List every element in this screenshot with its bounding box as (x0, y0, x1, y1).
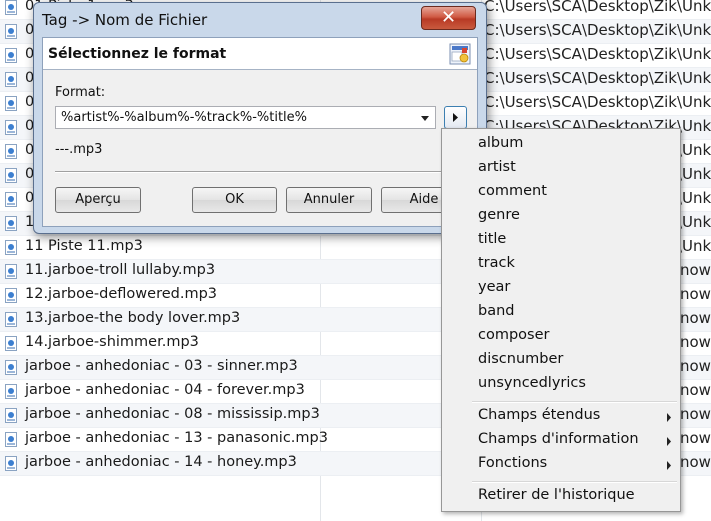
file-path: nown (680, 453, 711, 471)
audio-file-icon (5, 120, 17, 135)
menu-item-comment[interactable]: comment (478, 183, 547, 205)
file-path: C:\Users\SCA\Desktop\Zik\Unknown (484, 0, 711, 15)
file-name: jarboe - anhedoniac - 14 - honey.mp3 (25, 454, 297, 470)
close-button[interactable]: ✕ (421, 6, 476, 30)
tag-to-filename-dialog: Tag -> Nom de Fichier ✕ Sélectionnez le … (33, 2, 487, 234)
dialog-header: Sélectionnez le format (43, 38, 477, 70)
menu-item-genre[interactable]: genre (478, 207, 520, 229)
menu-item-submenu[interactable]: Champs d'information (478, 431, 639, 453)
audio-file-icon (5, 216, 17, 231)
menu-item-discnumber[interactable]: discnumber (478, 351, 563, 373)
audio-file-icon (5, 96, 17, 111)
audio-file-icon (5, 288, 17, 303)
menu-item-year[interactable]: year (478, 279, 510, 301)
file-name: jarboe - anhedoniac - 13 - panasonic.mp3 (25, 430, 328, 446)
audio-file-icon (5, 408, 17, 423)
menu-item-unsyncedlyrics[interactable]: unsyncedlyrics (478, 375, 586, 397)
file-path: nown (680, 357, 711, 375)
filename-preview: ---.mp3 (55, 142, 103, 157)
audio-file-icon (5, 432, 17, 447)
audio-file-icon (5, 24, 17, 39)
menu-item-title[interactable]: title (478, 231, 506, 253)
format-settings-icon (449, 43, 471, 65)
audio-file-icon (5, 240, 17, 255)
menu-separator (472, 481, 677, 483)
chevron-right-icon (667, 461, 671, 470)
audio-file-icon (5, 312, 17, 327)
preview-button[interactable]: Aperçu (55, 187, 141, 213)
format-combobox[interactable]: %artist%-%album%-%track%-%title% (55, 106, 436, 129)
file-path: nown (680, 333, 711, 351)
menu-item-composer[interactable]: composer (478, 327, 549, 349)
file-path: nown (680, 285, 711, 303)
menu-item-submenu[interactable]: Fonctions (478, 455, 547, 477)
menu-item-submenu[interactable]: Champs étendus (478, 407, 600, 429)
dialog-content: Sélectionnez le format Format: %artist%-… (42, 37, 478, 227)
audio-file-icon (5, 144, 17, 159)
file-name: jarboe - anhedoniac - 03 - sinner.mp3 (25, 358, 298, 374)
file-name: 11 Piste 11.mp3 (25, 238, 143, 254)
file-path: nown (680, 429, 711, 447)
dialog-body: Format: %artist%-%album%-%track%-%title%… (43, 70, 477, 226)
audio-file-icon (5, 264, 17, 279)
file-name: 12.jarboe-deflowered.mp3 (25, 286, 218, 302)
audio-file-icon (5, 456, 17, 471)
menu-item-remove-history[interactable]: Retirer de l'historique (478, 487, 635, 509)
cancel-button[interactable]: Annuler (286, 187, 372, 213)
chevron-right-icon (667, 437, 671, 446)
placeholder-popup-menu: album artist comment genre title track year ban… (441, 128, 681, 512)
menu-item-band[interactable]: band (478, 303, 514, 325)
file-path: nown (680, 405, 711, 423)
dialog-title: Tag -> Nom de Fichier (42, 11, 208, 29)
header-title: Sélectionnez le format (48, 46, 227, 62)
triangle-right-icon (453, 113, 458, 122)
audio-file-icon (5, 48, 17, 63)
file-path: C:\Users\SCA\Desktop\Zik\Unknown (484, 45, 711, 63)
audio-file-icon (5, 192, 17, 207)
audio-file-icon (5, 72, 17, 87)
menu-item-album[interactable]: album (478, 135, 523, 157)
audio-file-icon (5, 360, 17, 375)
chevron-down-icon (421, 116, 429, 121)
file-path: C:\Users\SCA\Desktop\Zik\Unknown (484, 69, 711, 87)
menu-item-track[interactable]: track (478, 255, 515, 277)
file-path: C:\Users\SCA\Desktop\Zik\Unknown (484, 21, 711, 39)
dialog-titlebar[interactable]: Tag -> Nom de Fichier ✕ (34, 3, 486, 37)
audio-file-icon (5, 336, 17, 351)
menu-separator (472, 401, 677, 403)
format-value: %artist%-%album%-%track%-%title% (61, 110, 308, 125)
close-icon: ✕ (440, 7, 457, 28)
audio-file-icon (5, 384, 17, 399)
placeholder-menu-button[interactable] (444, 106, 467, 129)
audio-file-icon (5, 0, 17, 15)
file-path: C:\Users\SCA\Desktop\Zik\Unknown (484, 93, 711, 111)
ok-button[interactable]: OK (192, 187, 277, 213)
chevron-right-icon (667, 413, 671, 422)
file-name: 14.jarboe-shimmer.mp3 (25, 334, 199, 350)
audio-file-icon (5, 168, 17, 183)
file-name: jarboe - anhedoniac - 08 - mississip.mp3 (25, 406, 320, 422)
file-path: nown (680, 381, 711, 399)
file-path: nown (680, 309, 711, 327)
menu-item-artist[interactable]: artist (478, 159, 516, 181)
format-label: Format: (55, 85, 106, 100)
file-name: 11.jarboe-troll lullaby.mp3 (25, 262, 216, 278)
file-name: jarboe - anhedoniac - 04 - forever.mp3 (25, 382, 305, 398)
file-name: 13.jarboe-the body lover.mp3 (25, 310, 241, 326)
file-path: nown (680, 261, 711, 279)
divider (55, 171, 467, 173)
